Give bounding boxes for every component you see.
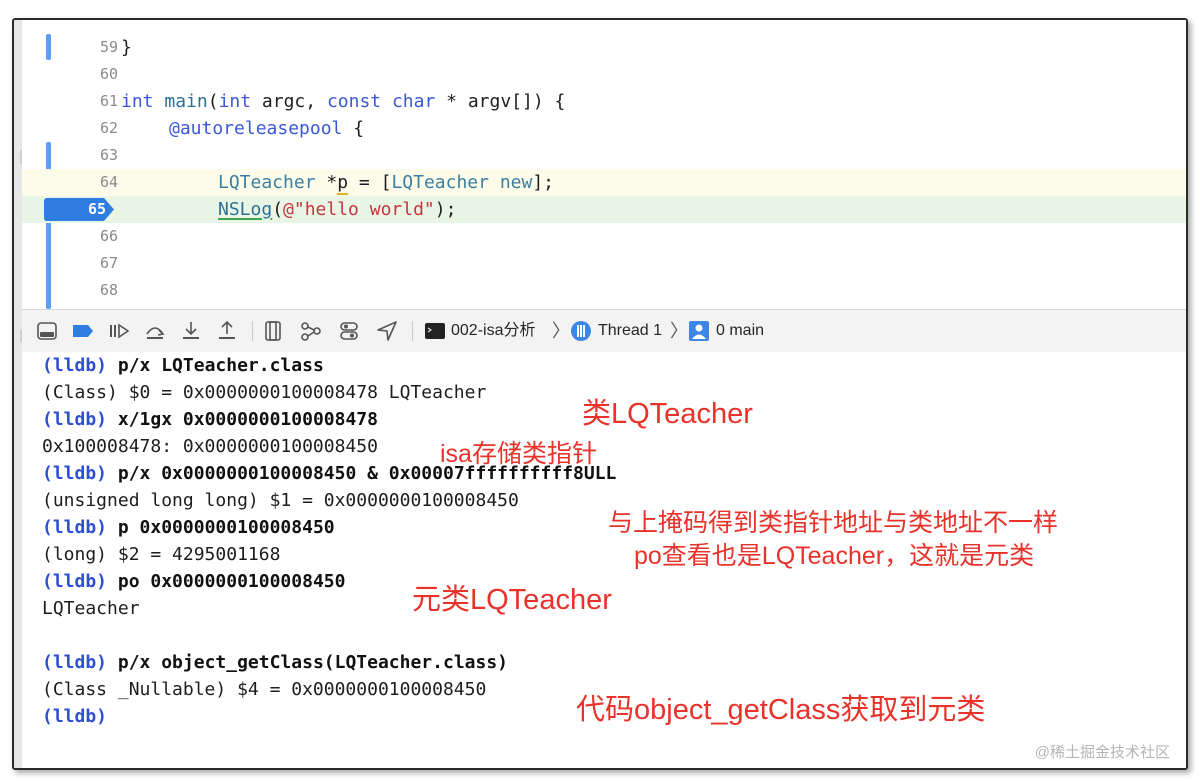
view-hierarchy-icon[interactable] [262,320,284,342]
breadcrumb-target[interactable]: 002-isa分析 [451,310,535,352]
xcode-window: 59 } 60 61 int main(int argc, const char… [12,18,1188,770]
debug-toolbar: 002-isa分析 〉 Thread 1 〉 0 main [22,309,1186,353]
line-number: 62 [99,119,118,137]
code-line-60[interactable]: 60 [22,61,1186,88]
code-text: LQTeacher *p = [LQTeacher new]; [218,172,555,195]
terminal-app-icon [425,323,445,339]
line-number: 59 [99,38,118,56]
breadcrumb-thread[interactable]: Thread 1 [598,310,662,352]
console-line: (lldb) p/x LQTeacher.class [42,355,324,376]
console-line: (lldb) x/1gx 0x0000000100008478 [42,409,378,430]
console-line: (lldb) p 0x0000000100008450 [42,517,335,538]
memory-graph-icon[interactable] [300,320,322,342]
console-line: (Class _Nullable) $4 = 0x000000010000845… [42,679,487,700]
console-line: (long) $2 = 4295001168 [42,544,281,565]
line-number: 60 [99,65,118,83]
annotation-isa: isa存储类指针 [440,440,597,468]
code-line-61[interactable]: 61 int main(int argc, const char * argv[… [22,88,1186,115]
chevron-right-icon: 〉 [552,321,570,341]
line-number: 64 [99,173,118,191]
annotation-get-class: 代码object_getClass获取到元类 [576,694,986,726]
annotation-meta-lqteacher: 元类LQTeacher [412,584,612,616]
code-line-59[interactable]: 59 } [22,34,1186,61]
step-over-icon[interactable] [144,320,166,342]
console-line[interactable]: (lldb) [42,703,107,730]
annotation-mask: 与上掩码得到类指针地址与类地址不一样 [608,509,1059,537]
chevron-right-icon: 〉 [670,321,688,341]
line-number: 68 [99,281,118,299]
annotation-class: 类LQTeacher [582,398,753,430]
line-number: 61 [99,92,118,110]
watermark: @稀土掘金技术社区 [1034,744,1170,761]
step-into-icon[interactable] [180,320,202,342]
code-line-68[interactable]: 68 [22,277,1186,304]
console-line: (lldb) p/x object_getClass(LQTeacher.cla… [42,652,509,673]
code-line-63[interactable]: 63 [22,142,1186,169]
breakpoints-toggle-icon[interactable] [72,320,94,342]
line-number: 66 [99,227,118,245]
code-line-67[interactable]: 67 [22,250,1186,277]
console-line: (lldb) po 0x0000000100008450 [42,571,346,592]
code-line-66[interactable]: 66 [22,223,1186,250]
environment-overrides-icon[interactable] [338,320,360,342]
stack-frame-user-icon [689,321,709,341]
continue-icon[interactable] [108,320,130,342]
code-line-64[interactable]: 64 LQTeacher *p = [LQTeacher new]; [22,169,1186,196]
code-text: @autoreleasepool { [169,118,365,139]
code-line-65[interactable]: 65 NSLog(@"hello world"); [22,196,1186,223]
line-number: 63 [99,146,118,164]
current-line-number: 65 [87,200,106,218]
code-text: NSLog(@"hello world"); [218,199,457,220]
annotation-metaclass: po查看也是LQTeacher，这就是元类 [634,542,1035,570]
lldb-console[interactable]: (lldb) p/x LQTeacher.class (Class) $0 = … [22,352,1186,768]
breadcrumb-frame[interactable]: 0 main [716,310,764,352]
console-line: (Class) $0 = 0x0000000100008478 LQTeache… [42,382,487,403]
simulate-location-icon[interactable] [376,320,398,342]
console-line: (unsigned long long) $1 = 0x000000010000… [42,490,519,511]
code-line-62[interactable]: 62 @autoreleasepool { [22,115,1186,142]
line-number: 67 [99,254,118,272]
console-line: 0x100008478: 0x0000000100008450 [42,436,378,457]
code-text: } [121,37,132,58]
code-editor[interactable]: 59 } 60 61 int main(int argc, const char… [22,20,1186,309]
window-left-gutter [14,20,23,768]
thread-icon [571,321,591,341]
console-line: LQTeacher [42,598,140,619]
step-out-icon[interactable] [216,320,238,342]
code-text: int main(int argc, const char * argv[]) … [121,91,566,112]
hide-debug-area-icon[interactable] [36,320,58,342]
